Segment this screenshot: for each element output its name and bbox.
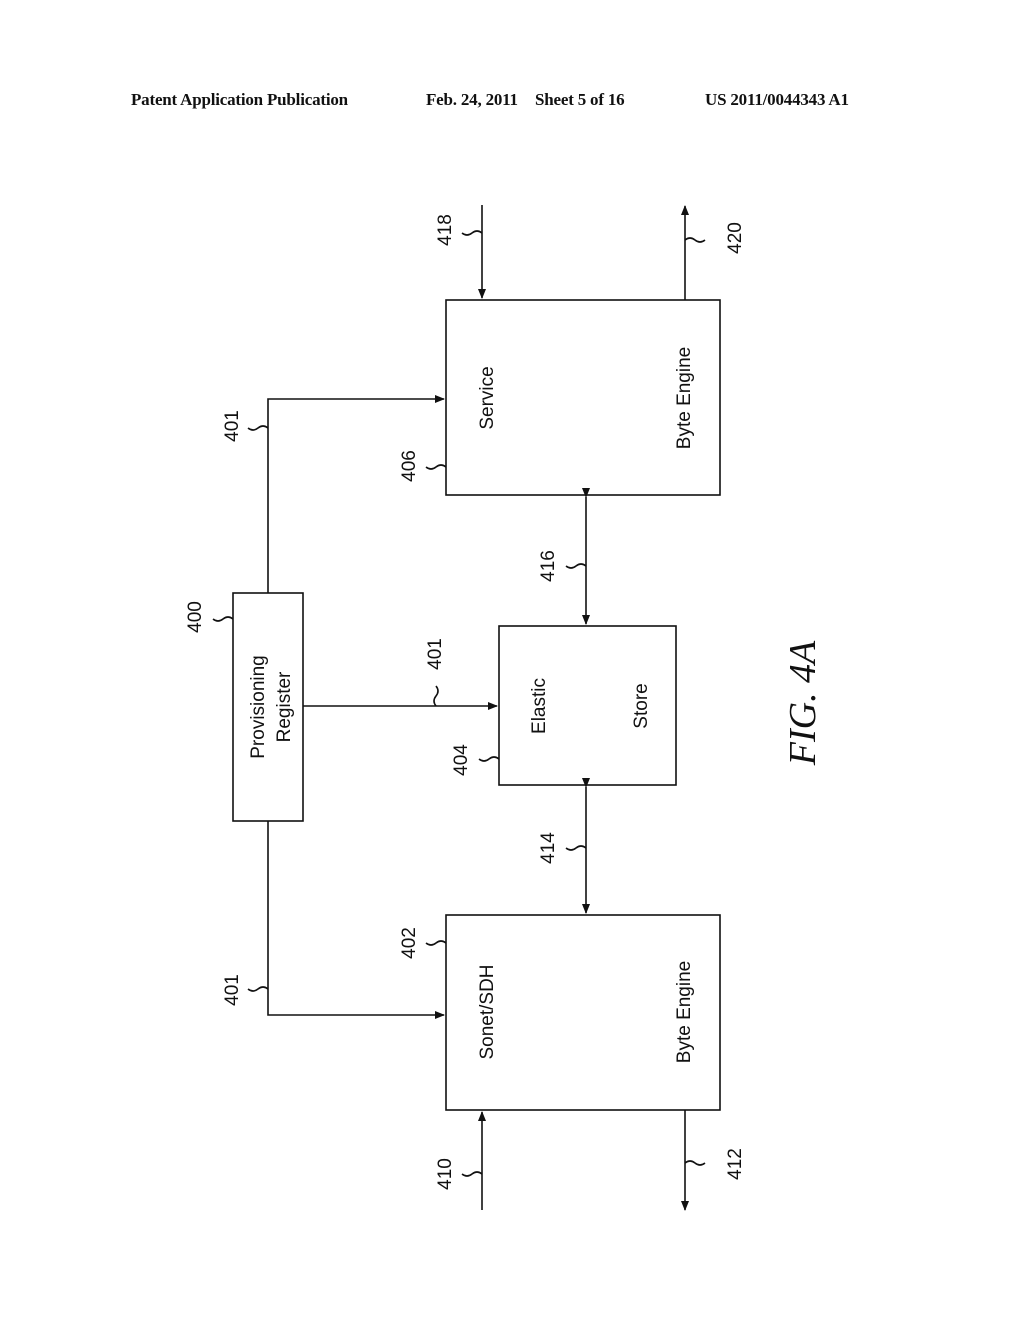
ref-418: 418 (435, 214, 456, 246)
sonet-sdh-label: Sonet/SDH (477, 964, 498, 1059)
leader-416 (565, 563, 587, 569)
ref-402: 402 (399, 927, 420, 959)
ref-410: 410 (435, 1158, 456, 1190)
register-label: Register (274, 671, 295, 742)
signal-401-to-service (267, 395, 445, 593)
service-label: Service (477, 366, 498, 429)
elastic-label: Elastic (529, 678, 550, 734)
leader-402 (425, 940, 447, 946)
ref-406: 406 (399, 450, 420, 482)
leader-401-mid (433, 685, 439, 707)
leader-412 (684, 1160, 706, 1166)
block-diagram: Service Byte Engine Elastic Store Provis… (185, 205, 824, 1211)
ref-412: 412 (725, 1148, 746, 1180)
ref-414: 414 (538, 832, 559, 864)
leader-414 (565, 845, 587, 851)
leader-401-top (247, 425, 269, 431)
ref-401-top: 401 (222, 410, 243, 442)
ref-416: 416 (538, 550, 559, 582)
ref-400: 400 (185, 601, 206, 633)
ref-401-mid: 401 (425, 638, 446, 670)
figure-caption: FIG. 4A (782, 640, 824, 766)
leader-401-bottom (247, 986, 269, 992)
leader-410 (461, 1171, 483, 1177)
service-byte-engine-label: Byte Engine (674, 347, 695, 449)
leader-420 (684, 237, 706, 243)
leader-406 (425, 464, 447, 470)
leader-400 (212, 616, 234, 622)
ref-420: 420 (725, 222, 746, 254)
leader-404 (478, 756, 500, 762)
store-label: Store (631, 683, 652, 728)
provisioning-label: Provisioning (248, 655, 269, 759)
signal-401-to-sonet (267, 821, 445, 1019)
ref-404: 404 (451, 744, 472, 776)
leader-418 (461, 230, 483, 236)
ref-401-bottom: 401 (222, 974, 243, 1006)
sonet-byte-engine-label: Byte Engine (674, 961, 695, 1063)
